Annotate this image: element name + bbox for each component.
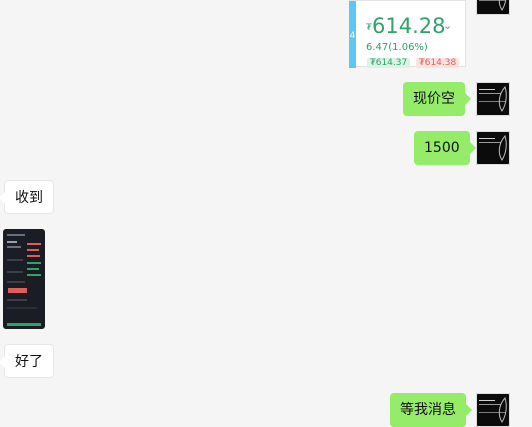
sender-avatar[interactable] [476, 131, 510, 165]
screenshot-detail [27, 243, 41, 245]
message-bubble-incoming[interactable]: 收到 [0, 180, 54, 214]
screenshot-detail [7, 281, 25, 283]
screenshot-detail [27, 249, 39, 251]
message-bubble-outgoing[interactable]: 等我消息 [390, 393, 472, 427]
leaf-icon [498, 397, 507, 423]
screenshot-detail [7, 246, 21, 248]
message-bubble-outgoing[interactable]: 现价空 [403, 82, 471, 116]
screenshot-sell-button [8, 288, 27, 293]
screenshot-detail [7, 241, 17, 243]
sender-avatar[interactable] [476, 82, 510, 116]
leaf-icon [498, 135, 507, 161]
avatar-detail [479, 400, 495, 401]
sender-avatar-top[interactable] [476, 0, 510, 15]
screenshot-detail [27, 262, 41, 264]
price-change: 6.47(1.06%) [366, 42, 428, 53]
leaf-icon [498, 86, 507, 112]
screenshot-detail [7, 271, 23, 273]
avatar-detail [479, 138, 495, 139]
ask-chip: ₮614.38 [416, 58, 460, 68]
message-bubble-outgoing[interactable]: 1500 [414, 131, 476, 165]
screenshot-detail [7, 323, 41, 326]
sender-avatar[interactable] [476, 393, 510, 427]
price-card-image[interactable]: 4 ₮ 614.28 ⌄ 6.47(1.06%) ₮614.37 ₮614.38 [349, 0, 466, 68]
screenshot-detail [27, 255, 40, 257]
currency-symbol: ₮ [366, 23, 372, 33]
avatar-detail [479, 89, 495, 90]
screenshot-detail [7, 234, 25, 236]
bid-chip: ₮614.37 [367, 58, 411, 68]
message-bubble-incoming[interactable]: 好了 [0, 344, 54, 378]
screenshot-detail [7, 307, 37, 309]
screenshot-detail [7, 299, 27, 301]
chevron-down-icon: ⌄ [443, 19, 453, 32]
trading-screenshot-image[interactable] [3, 229, 45, 329]
screenshot-detail [27, 274, 41, 276]
leaf-icon [498, 0, 507, 11]
card-stripe-number: 4 [349, 31, 356, 41]
price-value: 614.28 [372, 14, 446, 38]
screenshot-detail [27, 268, 39, 270]
screenshot-detail [7, 259, 23, 261]
